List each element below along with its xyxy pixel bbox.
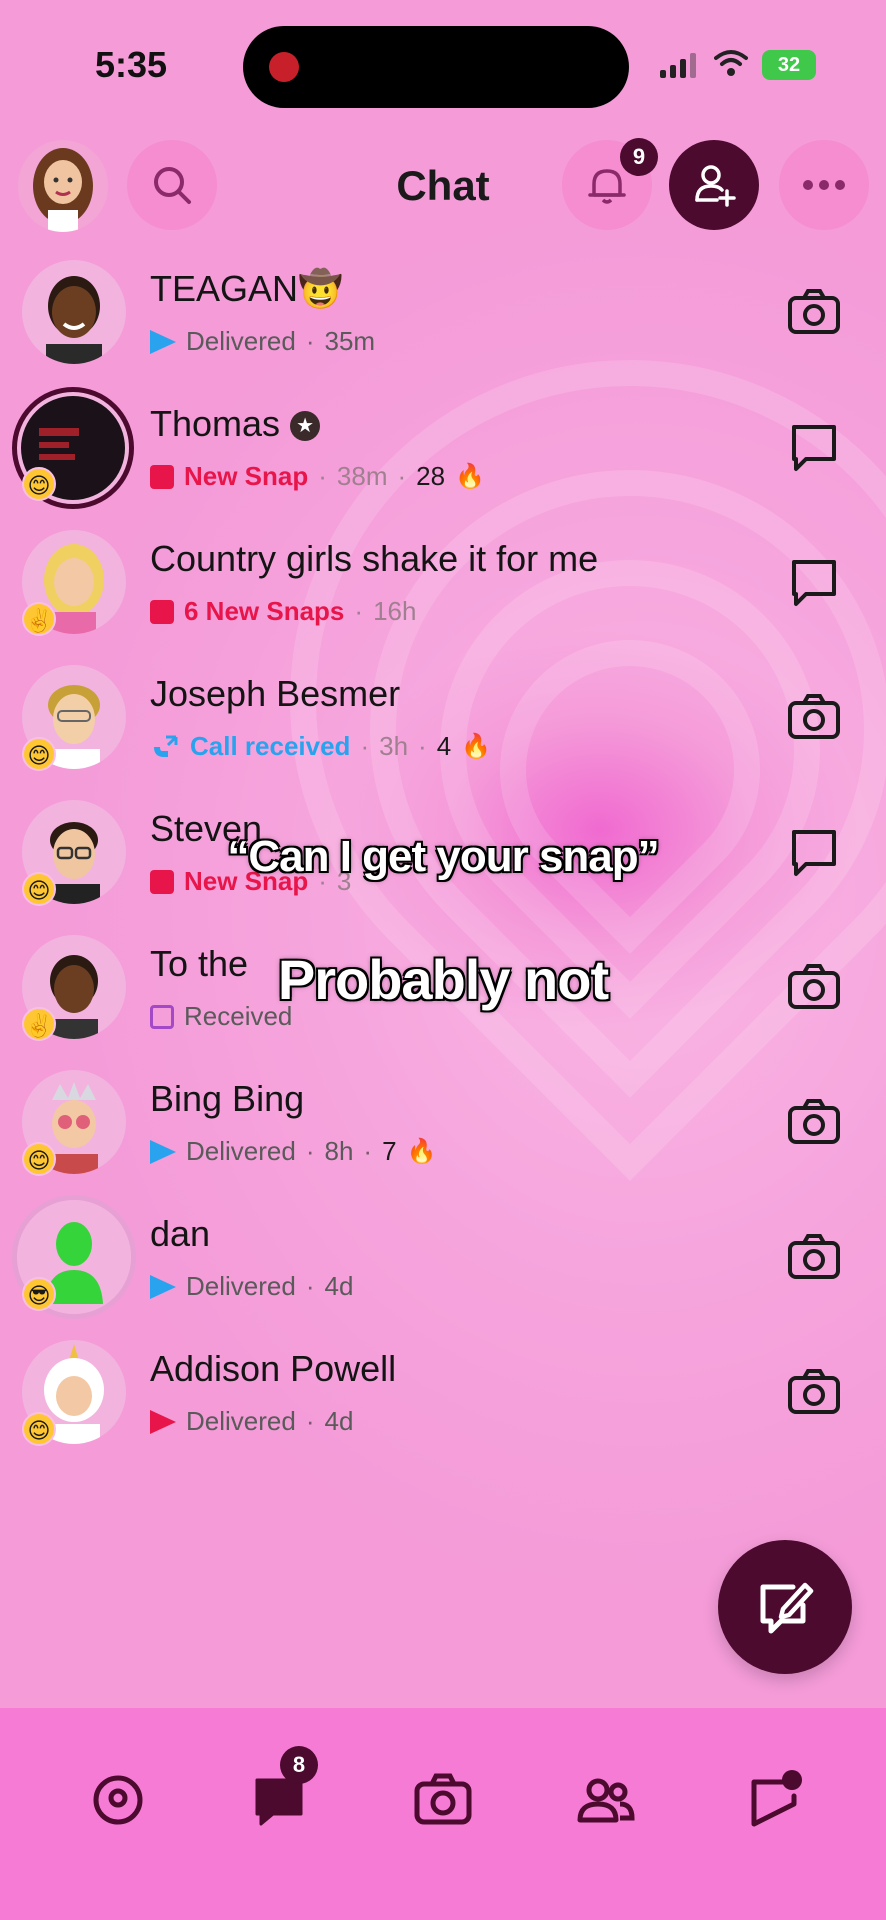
friend-emoji: 😊 [22,1412,56,1446]
delivered-snap-arrow-icon [150,1409,176,1434]
chat-name: Bing Bing [150,1078,305,1119]
status-time: 5:35 [95,44,168,85]
status-bar: 5:35 32 [0,0,886,130]
avatar [22,260,126,364]
chat-row[interactable]: ✌️ Country girls shake it for me 6 New S… [0,520,886,655]
camera-icon[interactable] [786,689,842,745]
chat-status: New Snap · 38m · 28 🔥 [150,461,485,492]
signal-icon [660,52,696,78]
chat-name: dan [150,1213,211,1254]
stories-icon[interactable] [744,1768,808,1832]
camera-tab-icon[interactable] [411,1768,475,1832]
bell-icon [588,169,626,204]
chat-status: Delivered · 8h · 7 🔥 [150,1136,436,1167]
chat-name: Joseph Besmer [150,673,401,714]
chat-status: Delivered · 4d [150,1406,353,1437]
chat-name: Addison Powell [150,1348,397,1389]
friend-emoji: 😊 [22,1142,56,1176]
friends-icon[interactable] [574,1768,638,1832]
bitmoji-avatar-icon [46,276,102,364]
notification-badge: 9 [620,138,658,176]
chat-bubble-icon[interactable] [786,419,842,475]
chat-status: Delivered · 4d [150,1271,353,1302]
chat-row[interactable]: 😊 Thomas ★ New Snap · 38m · 28 🔥 [0,385,886,520]
recording-indicator [269,52,299,82]
camera-icon[interactable] [786,1229,842,1285]
bottom-tab-bar [0,1708,886,1920]
streak-count: 7 [382,1136,397,1166]
friend-emoji: ✌️ [22,1007,56,1041]
chat-tab-badge: 8 [280,1746,318,1784]
chat-name: Thomas ★ [150,403,321,445]
video-caption-line-1: “Can I get your snap” [227,832,659,881]
dynamic-island [243,26,629,108]
chat-bubble-icon[interactable] [786,554,842,610]
new-snap-icon [150,599,174,624]
friend-emoji: ✌️ [22,602,56,636]
compose-icon [760,1582,814,1634]
fire-icon: 🔥 [406,1138,437,1165]
add-friend-icon [695,165,736,207]
video-caption-line-2: Probably not [277,948,609,1011]
wifi-icon [714,50,748,76]
friend-emoji: 😊 [22,737,56,771]
battery-indicator: 32 [762,50,816,80]
new-chat-button[interactable] [718,1540,852,1674]
chat-status: Call received · 3h · 4 🔥 [150,731,491,762]
chat-row[interactable]: 😊 Addison Powell Delivered · 4d [0,1330,886,1465]
add-friend-button[interactable] [669,140,759,230]
chat-name: TEAGAN🤠 [150,268,343,309]
delivered-arrow-icon [150,1139,176,1164]
delivered-arrow-icon [150,329,176,354]
chat-row[interactable]: TEAGAN🤠 Delivered · 35m [0,250,886,385]
camera-icon[interactable] [786,284,842,340]
chat-status: Delivered · 35m [150,326,375,357]
chat-row[interactable]: 😊 Bing Bing Delivered · 8h · 7 🔥 [0,1060,886,1195]
new-snap-icon [150,464,174,489]
chat-status: 6 New Snaps · 16h [150,596,416,627]
friend-emoji: 😊 [22,467,56,501]
delivered-arrow-icon [150,1274,176,1299]
chat-row[interactable]: 😊 Joseph Besmer Call received · 3h · 4 🔥 [0,655,886,790]
chat-header: Chat 9 [0,138,886,250]
map-icon[interactable] [86,1768,150,1832]
more-dots-icon [803,180,845,190]
fire-icon: 🔥 [455,463,485,490]
streak-count: 4 [436,731,452,761]
camera-icon[interactable] [786,1094,842,1150]
star-badge-icon: ★ [290,411,321,442]
chat-row[interactable]: 😎 dan Delivered · 4d [0,1195,886,1330]
camera-icon[interactable] [786,1364,842,1420]
chat-name: Country girls shake it for me [150,538,599,579]
more-options-button[interactable] [779,140,869,230]
call-received-icon [154,735,178,757]
fire-icon: 🔥 [461,733,492,760]
friend-emoji: 😎 [22,1277,56,1311]
streak-count: 28 [416,461,446,491]
